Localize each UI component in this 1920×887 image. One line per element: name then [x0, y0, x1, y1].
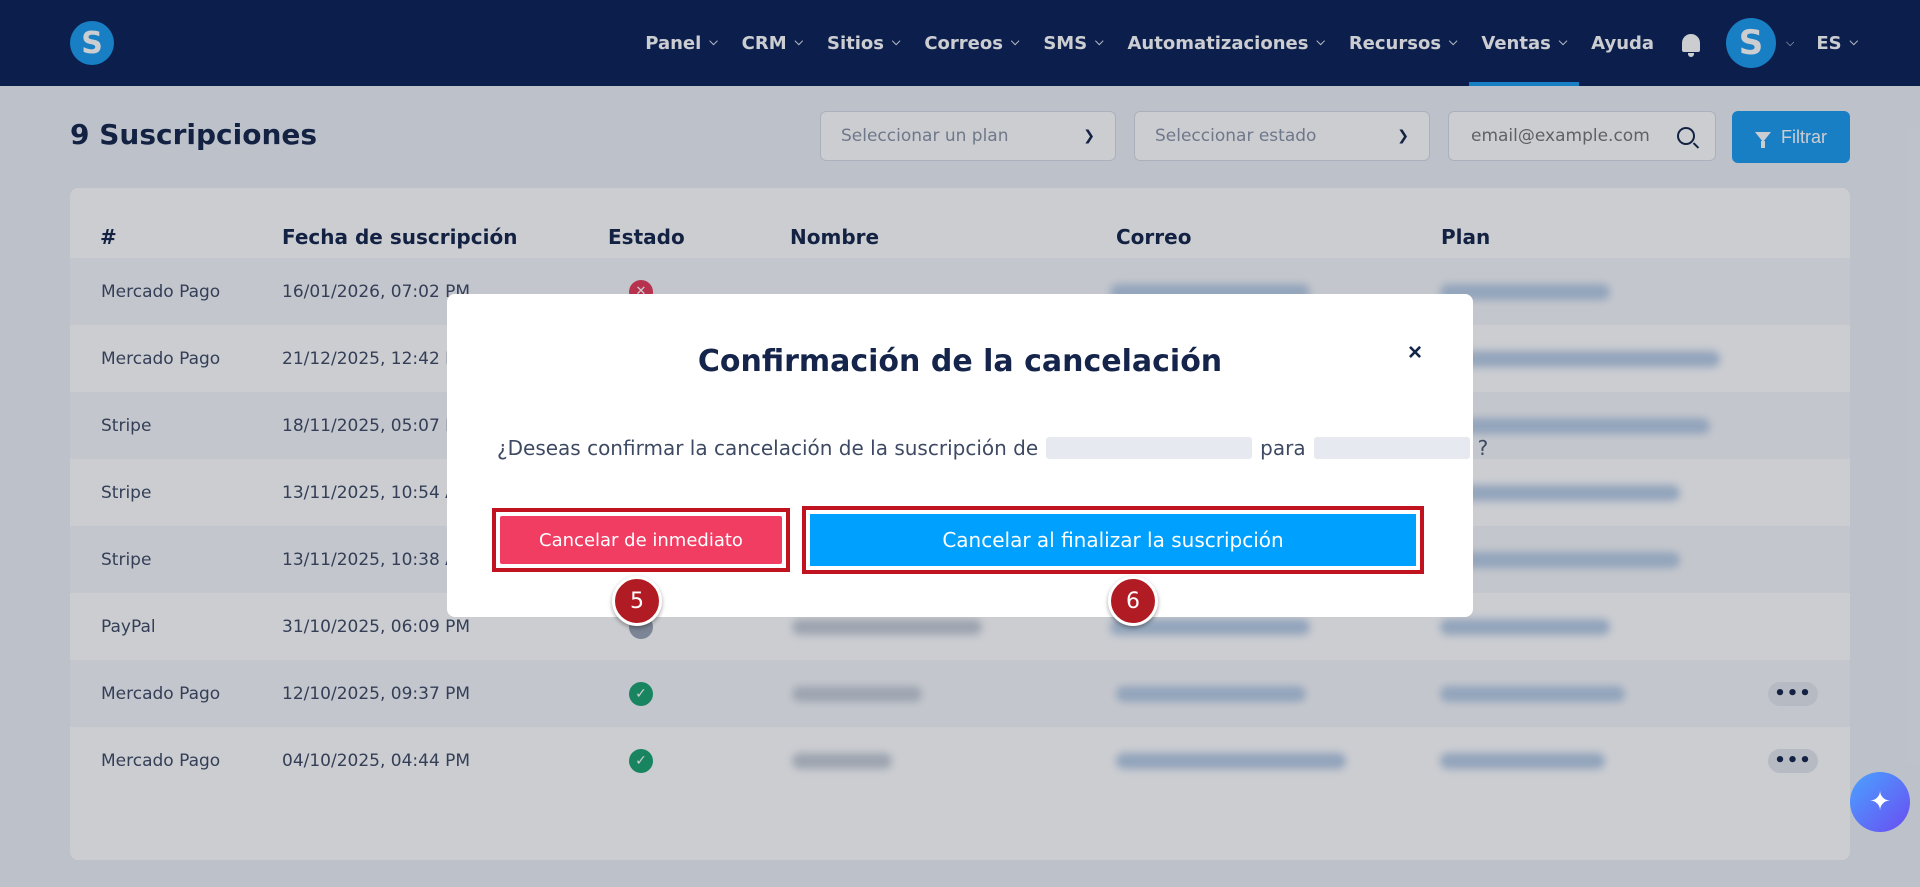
dialog-title: Confirmación de la cancelación — [697, 344, 1223, 379]
redacted-subscription — [1046, 437, 1253, 459]
dialog-message: ¿Deseas confirmar la cancelación de la s… — [497, 436, 1488, 460]
ai-assistant-button[interactable]: ✦ — [1850, 772, 1910, 832]
cancel-immediately-button[interactable]: Cancelar de inmediato — [500, 516, 782, 564]
message-middle: para — [1260, 436, 1306, 460]
cancel-at-period-end-button[interactable]: Cancelar al finalizar la suscripción — [810, 514, 1416, 566]
highlight-frame: Cancelar al finalizar la suscripción — [802, 506, 1424, 574]
close-icon: × — [1408, 339, 1423, 366]
cancel-confirmation-dialog: Confirmación de la cancelación × ¿Deseas… — [447, 294, 1488, 617]
step-badge: 5 — [612, 576, 662, 626]
highlight-frame: Cancelar de inmediato — [492, 508, 790, 572]
sparkles-icon: ✦ — [1869, 787, 1891, 817]
message-suffix: ? — [1477, 436, 1489, 460]
step-badge: 6 — [1108, 576, 1158, 626]
close-button[interactable]: × — [1402, 339, 1428, 366]
redacted-recipient — [1313, 437, 1470, 459]
message-prefix: ¿Deseas confirmar la cancelación de la s… — [497, 436, 1039, 460]
